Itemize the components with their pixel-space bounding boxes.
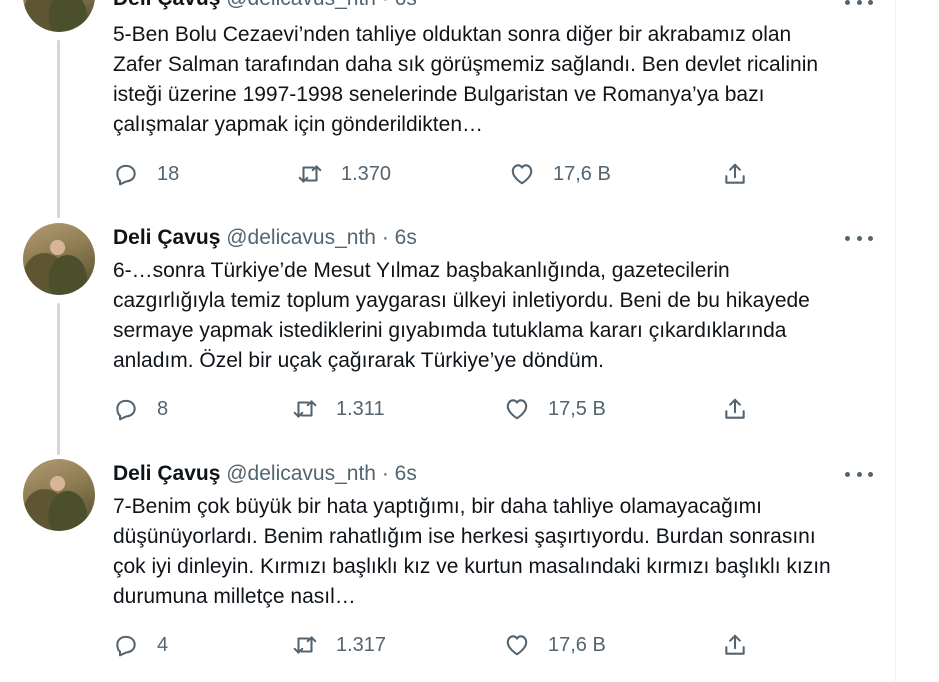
share-icon (725, 634, 745, 655)
retweet-icon (293, 636, 317, 654)
tweet[interactable]: Deli Çavuş @delicavus_nth · 6s 6-…sonra … (0, 218, 895, 455)
thread-line (57, 303, 60, 455)
tweet-text-line: çalışmalar yapmak için gönderildikten… (113, 113, 483, 136)
avatar[interactable] (23, 459, 95, 531)
tweet-text-line: isteği üzerine 1997-1998 senelerinde Bul… (113, 83, 765, 106)
retweet-icon (298, 165, 322, 183)
retweet-button[interactable]: 1.370 (297, 161, 391, 187)
tweet[interactable]: Deli Çavuş @delicavus_nth · 6s 5-Ben Bol… (0, 0, 895, 218)
heart-icon (506, 635, 528, 656)
more-options-icon[interactable] (845, 464, 873, 484)
reply-icon (116, 399, 136, 421)
timeline-right-border (895, 0, 896, 682)
share-button[interactable] (722, 161, 748, 187)
tweet-text: 5-Ben Bolu Cezaevi’nden tahliye olduktan… (113, 20, 883, 140)
reply-button[interactable]: 8 (113, 396, 168, 422)
tweet-text-line: durumuna milletçe nasıl… (113, 585, 356, 608)
separator: · (382, 0, 389, 10)
more-options-icon[interactable] (845, 228, 873, 248)
tweet-text-line: düşünüyorlardı. Benim rahatlığım ise her… (113, 525, 816, 548)
tweet-text-line: anladım. Özel bir uçak çağırarak Türkiye… (113, 349, 604, 372)
like-count: 17,6 B (553, 162, 611, 185)
reply-icon (116, 635, 136, 657)
share-icon (725, 398, 745, 419)
like-button[interactable]: 17,5 B (504, 396, 606, 422)
retweet-count: 1.370 (341, 162, 392, 185)
reply-count: 18 (157, 162, 180, 185)
author-handle[interactable]: @delicavus_nth (226, 462, 376, 485)
like-button[interactable]: 17,6 B (509, 161, 611, 187)
more-options-icon[interactable] (845, 0, 873, 12)
avatar[interactable] (23, 0, 95, 32)
heart-icon (506, 399, 528, 420)
author-name[interactable]: Deli Çavuş (113, 462, 220, 485)
reply-count: 8 (157, 397, 169, 420)
tweet-time[interactable]: 6s (395, 462, 417, 485)
like-count: 17,6 B (548, 633, 606, 656)
reply-button[interactable]: 18 (113, 161, 179, 187)
retweet-icon (293, 400, 317, 418)
author-name[interactable]: Deli Çavuş (113, 226, 220, 249)
thread-line (57, 40, 60, 218)
tweet-text: 6-…sonra Türkiye’de Mesut Yılmaz başbaka… (113, 256, 883, 376)
reply-button[interactable]: 4 (113, 632, 168, 658)
tweet-text-line: 6-…sonra Türkiye’de Mesut Yılmaz başbaka… (113, 259, 730, 282)
tweet-text-line: sermaye yapmak istediklerini gıyabımda t… (113, 319, 787, 342)
like-button[interactable]: 17,6 B (504, 632, 606, 658)
retweet-count: 1.311 (336, 397, 385, 420)
tweet-header: Deli Çavuş @delicavus_nth · 6s (113, 0, 417, 12)
retweet-count: 1.317 (336, 633, 387, 656)
author-handle[interactable]: @delicavus_nth (226, 226, 376, 249)
avatar[interactable] (23, 223, 95, 295)
tweet-text-line: 5-Ben Bolu Cezaevi’nden tahliye olduktan… (113, 23, 792, 46)
separator: · (381, 226, 389, 249)
reply-count: 4 (157, 633, 169, 656)
tweet-text-line: 7-Benim çok büyük bir hata yaptığımı, bi… (113, 495, 762, 518)
tweet-header: Deli Çavuş @delicavus_nth · 6s (113, 225, 417, 251)
like-count: 17,5 B (548, 397, 606, 420)
retweet-button[interactable]: 1.317 (292, 632, 386, 658)
heart-icon (511, 164, 533, 185)
tweet-text-line: Zafer Salman tarafından daha sık görüşme… (113, 53, 819, 76)
tweet[interactable]: Deli Çavuş @delicavus_nth · 6s 7-Benim ç… (0, 455, 895, 682)
tweet-text: 7-Benim çok büyük bir hata yaptığımı, bi… (113, 492, 883, 612)
author-name[interactable]: Deli Çavuş (113, 0, 220, 10)
tweet-time[interactable]: 6s (395, 226, 417, 249)
tweet-time[interactable]: 6s (395, 0, 417, 10)
share-button[interactable] (722, 632, 748, 658)
tweet-text-line: çok iyi dinleyin. Kırmızı başlıklı kız v… (113, 555, 831, 578)
author-handle[interactable]: @delicavus_nth (226, 0, 376, 10)
tweet-header: Deli Çavuş @delicavus_nth · 6s (113, 461, 417, 487)
share-button[interactable] (722, 396, 748, 422)
share-icon (725, 163, 745, 184)
tweet-text-line: cazgırlığıyla temiz toplum yaygarası ülk… (113, 289, 810, 312)
reply-icon (116, 164, 136, 186)
separator: · (381, 462, 389, 485)
retweet-button[interactable]: 1.311 (292, 396, 385, 422)
